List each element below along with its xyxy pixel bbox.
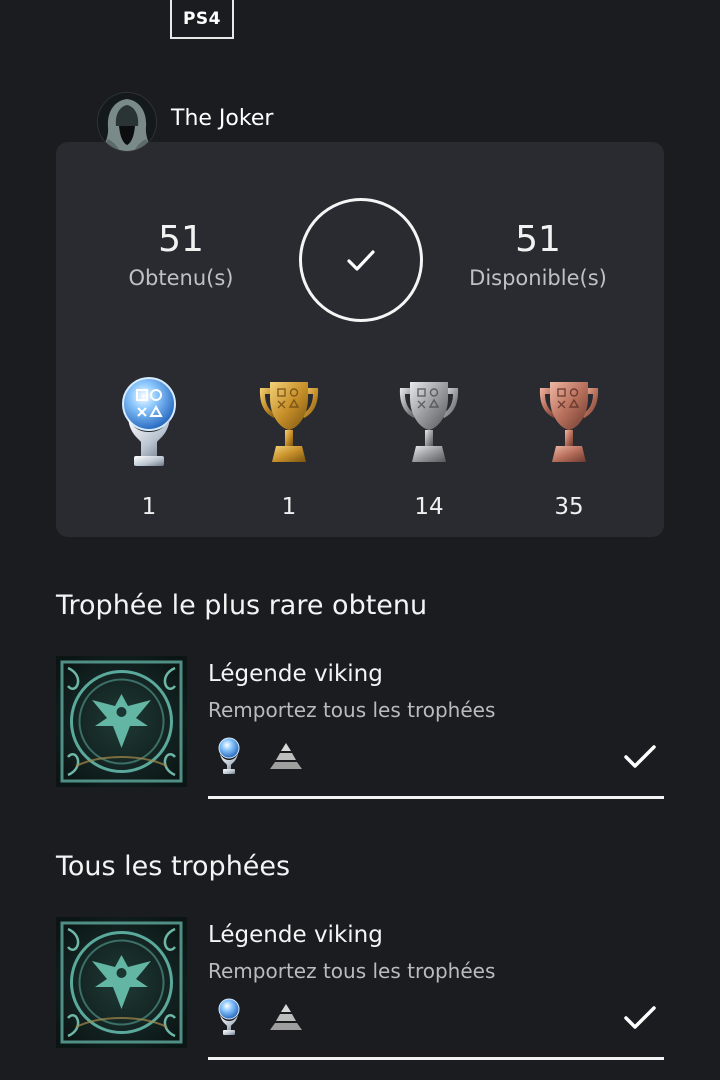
bronze-trophy-count: 35 [519, 372, 619, 520]
silver-trophy-count: 14 [379, 372, 479, 520]
platinum-trophy-icon [122, 377, 176, 466]
silver-count: 14 [414, 494, 444, 520]
available-label: Disponible(s) [469, 266, 607, 290]
trophy-description: Remportez tous les trophées [208, 698, 496, 722]
rarity-pyramid-icon [270, 743, 302, 769]
trophy-list-item[interactable]: Légende viking Remportez tous les trophé… [56, 917, 664, 1062]
earned-count: 51 [158, 219, 204, 260]
trophy-description: Remportez tous les trophées [208, 959, 496, 983]
available-count: 51 [515, 219, 561, 260]
earned-check-icon [624, 1006, 656, 1029]
platform-label: PS4 [182, 8, 222, 29]
platinum-grade-icon [218, 998, 240, 1035]
rarest-section-title: Trophée le plus rare obtenu [56, 590, 428, 621]
platinum-trophy-count: 1 [99, 372, 199, 520]
avatar[interactable] [97, 92, 157, 152]
row-divider [208, 796, 664, 799]
trophy-name: Légende viking [208, 922, 383, 948]
earned-label: Obtenu(s) [128, 266, 234, 290]
bronze-trophy-icon [539, 382, 599, 462]
rarest-trophy-row[interactable]: Légende viking Remportez tous les trophé… [56, 656, 664, 801]
gold-trophy-icon [259, 382, 319, 462]
trophy-artwork-icon [56, 656, 187, 787]
silver-trophy-icon [399, 382, 459, 462]
platinum-count: 1 [141, 494, 157, 520]
profile-name: The Joker [171, 105, 274, 131]
trophy-name: Légende viking [208, 661, 383, 687]
gold-count: 1 [281, 494, 297, 520]
all-trophies-section-title: Tous les trophées [56, 851, 291, 882]
row-divider [208, 1057, 664, 1060]
earned-check-icon [624, 745, 656, 768]
trophy-artwork-icon [56, 917, 187, 1048]
rarity-pyramid-icon [270, 1004, 302, 1030]
bronze-count: 35 [554, 494, 584, 520]
completion-check-icon [299, 198, 423, 322]
profile[interactable]: The Joker [97, 92, 273, 152]
platinum-grade-icon [218, 737, 240, 774]
earned-stat: 51 Obtenu(s) [81, 219, 281, 291]
platform-badge: PS4 [170, 0, 234, 39]
gold-trophy-count: 1 [239, 372, 339, 520]
available-stat: 51 Disponible(s) [438, 219, 638, 291]
trophy-meta [216, 736, 304, 776]
trophy-meta [216, 997, 304, 1037]
trophy-summary-card: 51 Obtenu(s) 51 Disponible(s) 1 1 14 35 [56, 142, 664, 537]
